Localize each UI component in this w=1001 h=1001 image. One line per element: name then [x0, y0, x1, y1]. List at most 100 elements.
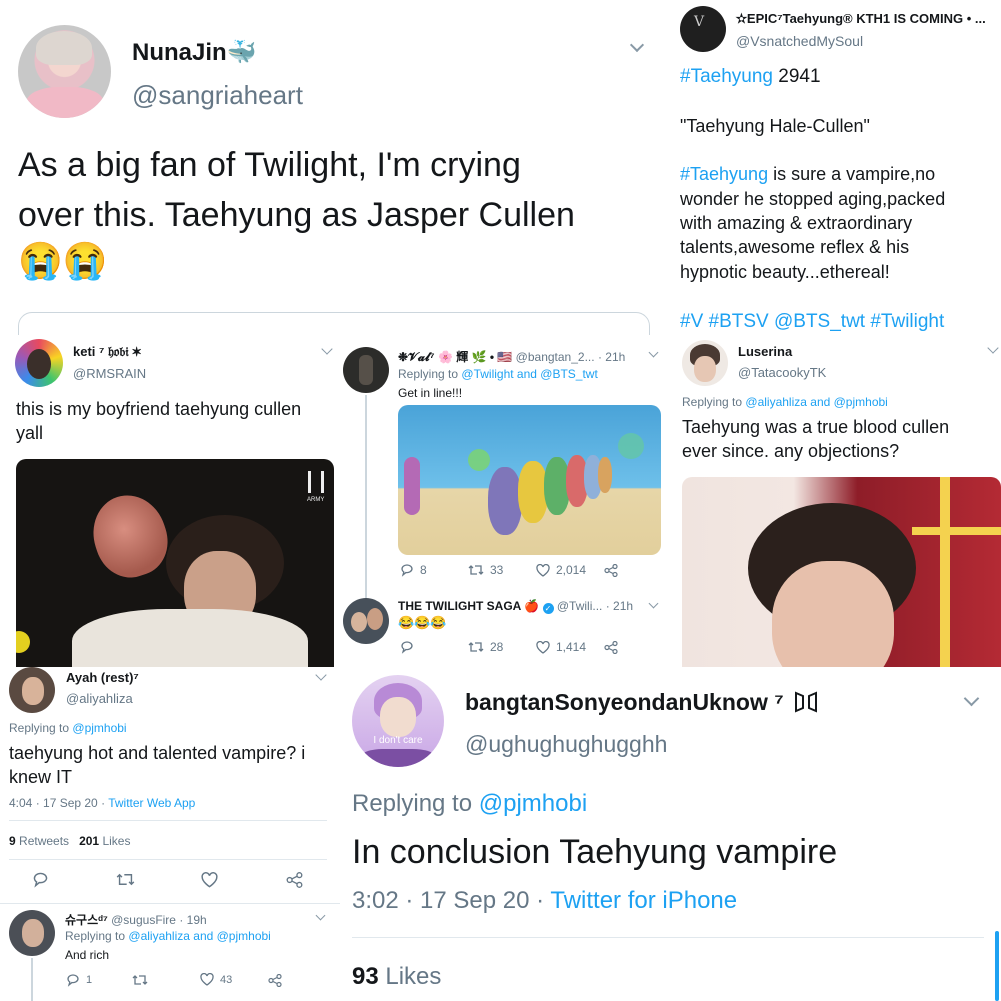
- mention-link[interactable]: @Twilight and @BTS_twt: [461, 367, 597, 381]
- photo-face: [772, 561, 894, 667]
- avatar-face: [380, 697, 416, 737]
- avatar-shirt: [26, 87, 104, 118]
- source-app-link[interactable]: Twitter for iPhone: [550, 887, 737, 914]
- chevron-down-icon[interactable]: [648, 347, 659, 358]
- tweet-text: In conclusion Taehyung vampire: [352, 833, 838, 871]
- mention-link[interactable]: @aliyahliza and @pjmhobi: [745, 395, 887, 409]
- display-name[interactable]: bangtanSonyeondanUknow ⁷: [465, 689, 818, 716]
- like-button[interactable]: 2,014: [536, 563, 586, 577]
- chevron-down-icon[interactable]: [987, 342, 999, 354]
- user-handle[interactable]: @sangriaheart: [132, 80, 303, 111]
- chevron-down-icon[interactable]: [629, 37, 645, 53]
- hashtag-line: #Taehyung 2941: [680, 66, 821, 87]
- retweet-button[interactable]: 33: [468, 563, 503, 577]
- avatar[interactable]: [343, 347, 389, 393]
- display-name[interactable]: ❉𝓥𝓪𝓵⁷ 🌸 輝 🌿 • 🇺🇸 @bangtan_2... · 21h: [398, 348, 625, 365]
- avatar[interactable]: [9, 667, 55, 713]
- reply-button[interactable]: 8: [400, 563, 427, 577]
- tweet-text-line: taehyung hot and talented vampire? i: [9, 743, 306, 763]
- avatar[interactable]: [18, 25, 111, 118]
- divider: [0, 903, 340, 904]
- share-icon: [604, 564, 618, 577]
- hashtag-link[interactable]: #Taehyung: [680, 66, 773, 87]
- photo-glove: [83, 485, 177, 587]
- heart-icon: [200, 973, 214, 986]
- avatar[interactable]: [343, 598, 389, 644]
- user-handle[interactable]: @VsnatchedMySoul: [736, 33, 863, 49]
- retweet-button[interactable]: [132, 973, 148, 987]
- avatar-caption: I don't care: [373, 735, 423, 746]
- display-name[interactable]: Ayah (rest)⁷: [66, 670, 139, 685]
- embedded-card-edge: [18, 312, 650, 335]
- gif-coral-left: [404, 457, 420, 515]
- retweet-icon: [468, 565, 484, 575]
- chevron-down-icon[interactable]: [321, 343, 333, 355]
- reply-button[interactable]: 1: [66, 973, 92, 987]
- display-name[interactable]: ✫EPIC⁷Taehyung® KTH1 IS COMING • ...: [736, 11, 986, 27]
- reply-button[interactable]: [32, 871, 49, 888]
- tweet-text-line: over this. Taehyung as Jasper Cullen: [18, 196, 575, 234]
- tweet-text-line: wonder he stopped aging,packed: [680, 189, 946, 209]
- display-name[interactable]: THE TWILIGHT SAGA 🍎 ✓ @Twili... · 21h: [398, 599, 633, 614]
- display-name[interactable]: 슈구스ᵈ⁷ @sugusFire · 19h: [65, 911, 207, 928]
- likes-count[interactable]: 93 Likes: [352, 963, 441, 991]
- user-handle[interactable]: @ughughughugghh: [465, 731, 667, 758]
- tweet-timestamp: 4:04 · 17 Sep 20 · Twitter Web App: [9, 796, 196, 810]
- chevron-down-icon[interactable]: [648, 598, 659, 609]
- tweet-photo[interactable]: ARMY: [16, 459, 334, 667]
- like-button[interactable]: 43: [200, 973, 232, 986]
- display-name[interactable]: NunaJin🐳: [132, 38, 257, 67]
- share-button[interactable]: [604, 641, 618, 654]
- source-app-link[interactable]: Twitter Web App: [108, 796, 195, 810]
- tweet-bangtan-uknow: I don't care bangtanSonyeondanUknow ⁷ @u…: [340, 667, 1001, 1001]
- chevron-down-icon[interactable]: [963, 690, 980, 707]
- retweet-button[interactable]: [116, 871, 135, 888]
- avatar[interactable]: I don't care: [352, 675, 444, 767]
- hashtags-link[interactable]: #V #BTSV @BTS_twt #Twilight: [680, 311, 944, 333]
- quote-text: "Taehyung Hale-Cullen": [680, 116, 870, 136]
- avatar[interactable]: V: [680, 6, 726, 52]
- mention-link[interactable]: @pjmhobi: [72, 721, 126, 735]
- reply-icon: [33, 872, 48, 888]
- avatar-face: [694, 356, 716, 382]
- reply-icon: [67, 974, 79, 987]
- chevron-down-icon[interactable]: [315, 910, 326, 921]
- display-name[interactable]: keti ⁷ 𝔥𝔬𝔟𝔦 ✶: [73, 344, 141, 360]
- reply-icon: [401, 641, 413, 654]
- chevron-down-icon[interactable]: [315, 669, 327, 681]
- user-handle[interactable]: @aliyahliza: [66, 691, 133, 706]
- hashtag-link[interactable]: #Taehyung: [680, 164, 768, 184]
- avatar-face: [22, 677, 44, 705]
- photo-stripe: [940, 477, 950, 667]
- like-button[interactable]: [201, 872, 218, 888]
- avatar[interactable]: [15, 339, 63, 387]
- share-button[interactable]: [604, 564, 618, 577]
- divider: [9, 859, 327, 860]
- share-button[interactable]: [286, 872, 303, 888]
- retweet-icon: [132, 975, 148, 985]
- heart-icon: [536, 640, 550, 654]
- scrollbar[interactable]: [995, 931, 999, 1001]
- retweet-button[interactable]: 28: [468, 640, 503, 654]
- engagement-counts[interactable]: 9 Retweets 201 Likes: [9, 834, 130, 848]
- reply-button[interactable]: [400, 640, 414, 654]
- like-button[interactable]: 1,414: [536, 640, 586, 654]
- whale-emoji: 🐳: [226, 39, 257, 66]
- mention-link[interactable]: @pjmhobi: [479, 790, 587, 817]
- divider: [9, 820, 327, 821]
- user-handle[interactable]: @TatacookyTK: [738, 365, 826, 380]
- share-button[interactable]: [268, 974, 282, 987]
- user-handle[interactable]: @RMSRAIN: [73, 366, 146, 381]
- avatar[interactable]: [9, 910, 55, 956]
- tweet-gif-spongebob[interactable]: [398, 405, 661, 555]
- mention-link[interactable]: @aliyahliza and @pjmhobi: [128, 929, 270, 943]
- replying-to: Replying to @aliyahliza and @pjmhobi: [65, 929, 271, 943]
- tweet-thread-val: ❉𝓥𝓪𝓵⁷ 🌸 輝 🌿 • 🇺🇸 @bangtan_2... · 21h Rep…: [340, 335, 675, 667]
- retweet-icon: [116, 873, 135, 886]
- replying-to: Replying to @aliyahliza and @pjmhobi: [682, 395, 888, 409]
- tweet-photo[interactable]: [682, 477, 1001, 667]
- display-name[interactable]: Luserina: [738, 344, 792, 359]
- avatar[interactable]: [682, 340, 728, 386]
- tweet-text-line: this is my boyfriend taehyung cullen: [16, 399, 302, 419]
- tweet-text: Get in line!!!: [398, 386, 463, 400]
